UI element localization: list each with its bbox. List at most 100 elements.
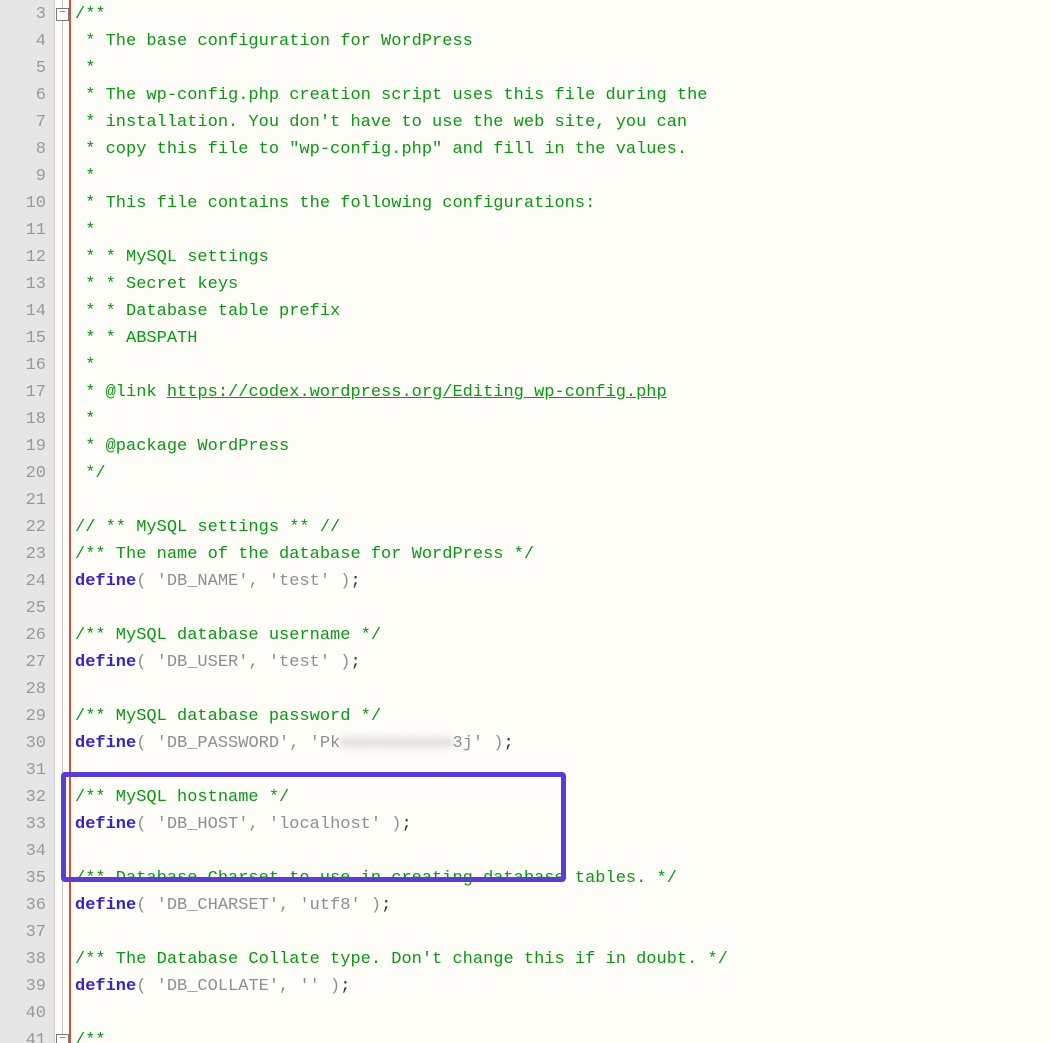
line-number: 25 (0, 595, 54, 622)
code-token: /** (75, 5, 106, 24)
code-line[interactable] (69, 595, 1051, 622)
code-line[interactable]: /** The Database Collate type. Don't cha… (69, 946, 1051, 973)
code-token: ( (136, 815, 156, 834)
code-token: // ** MySQL settings ** // (75, 518, 340, 537)
line-number: 30 (0, 730, 54, 757)
code-line[interactable]: define( 'DB_CHARSET', 'utf8' ); (69, 892, 1051, 919)
code-line[interactable] (69, 1000, 1051, 1027)
line-number: 36 (0, 892, 54, 919)
code-line[interactable]: * @link https://codex.wordpress.org/Edit… (69, 379, 1051, 406)
code-token: ( (136, 572, 156, 591)
code-line[interactable]: /** MySQL database username */ (69, 622, 1051, 649)
code-line[interactable]: * * ABSPATH (69, 325, 1051, 352)
code-token: /** MySQL database password */ (75, 707, 381, 726)
line-number: 28 (0, 676, 54, 703)
line-number: 35 (0, 865, 54, 892)
line-number: 22 (0, 514, 54, 541)
code-line[interactable]: /** MySQL database password */ (69, 703, 1051, 730)
code-token: 'Pk (310, 734, 341, 753)
code-line[interactable] (69, 757, 1051, 784)
code-line[interactable]: * (69, 163, 1051, 190)
code-line[interactable] (69, 838, 1051, 865)
fold-toggle-icon[interactable]: − (56, 8, 69, 21)
code-token: , (279, 977, 299, 996)
code-token: 'DB_USER' (157, 653, 249, 672)
code-line[interactable]: * installation. You don't have to use th… (69, 109, 1051, 136)
code-token: * installation. You don't have to use th… (75, 113, 687, 132)
line-number: 8 (0, 136, 54, 163)
code-token: ; (350, 653, 360, 672)
code-line[interactable]: define( 'DB_PASSWORD', 'Pkxxxxxxxxxxx3j'… (69, 730, 1051, 757)
code-line[interactable]: /** MySQL hostname */ (69, 784, 1051, 811)
code-line[interactable]: * (69, 406, 1051, 433)
code-token: 'DB_COLLATE' (157, 977, 279, 996)
code-line[interactable]: /** (69, 1, 1051, 28)
code-line[interactable]: define( 'DB_COLLATE', '' ); (69, 973, 1051, 1000)
code-token: ) (330, 653, 350, 672)
code-token: * @package WordPress (75, 437, 289, 456)
line-number: 5 (0, 55, 54, 82)
code-area[interactable]: /** * The base configuration for WordPre… (69, 0, 1051, 1043)
code-line[interactable]: * * MySQL settings (69, 244, 1051, 271)
code-token: * (75, 410, 95, 429)
line-number: 7 (0, 109, 54, 136)
code-token: ( (136, 734, 156, 753)
code-token: 'DB_PASSWORD' (157, 734, 290, 753)
line-number: 37 (0, 919, 54, 946)
code-token: ( (136, 653, 156, 672)
line-number: 26 (0, 622, 54, 649)
code-line[interactable]: * (69, 217, 1051, 244)
code-line[interactable]: define( 'DB_NAME', 'test' ); (69, 568, 1051, 595)
code-line[interactable]: * (69, 55, 1051, 82)
line-number: 41 (0, 1027, 54, 1043)
code-line[interactable]: * * Secret keys (69, 271, 1051, 298)
code-token: https://codex.wordpress.org/Editing_wp-c… (167, 383, 667, 402)
code-line[interactable] (69, 676, 1051, 703)
code-line[interactable]: * (69, 352, 1051, 379)
code-line[interactable]: * The base configuration for WordPress (69, 28, 1051, 55)
code-line[interactable]: /** (69, 1027, 1051, 1043)
fold-toggle-icon[interactable]: − (56, 1034, 69, 1043)
line-number: 29 (0, 703, 54, 730)
code-token: define (75, 815, 136, 834)
code-token: 'DB_HOST' (157, 815, 249, 834)
code-line[interactable]: * The wp-config.php creation script uses… (69, 82, 1051, 109)
code-line[interactable]: * * Database table prefix (69, 298, 1051, 325)
line-number: 10 (0, 190, 54, 217)
code-token: 'test' (269, 653, 330, 672)
code-editor[interactable]: 3456789101112131415161718192021222324252… (0, 0, 1051, 1043)
code-line[interactable]: * @package WordPress (69, 433, 1051, 460)
code-line[interactable]: */ (69, 460, 1051, 487)
code-token: ) (330, 572, 350, 591)
code-line[interactable]: * copy this file to "wp-config.php" and … (69, 136, 1051, 163)
line-number: 19 (0, 433, 54, 460)
code-line[interactable]: /** Database Charset to use in creating … (69, 865, 1051, 892)
code-line[interactable]: /** The name of the database for WordPre… (69, 541, 1051, 568)
code-token: , (248, 572, 268, 591)
code-token: '' (299, 977, 319, 996)
code-token: ; (381, 896, 391, 915)
line-number: 6 (0, 82, 54, 109)
code-token: , (289, 734, 309, 753)
code-line[interactable]: // ** MySQL settings ** // (69, 514, 1051, 541)
code-line[interactable] (69, 487, 1051, 514)
code-token: * * ABSPATH (75, 329, 197, 348)
code-token: * * Database table prefix (75, 302, 340, 321)
code-token: * (75, 221, 95, 240)
code-token: 'localhost' (269, 815, 381, 834)
code-token: */ (75, 464, 106, 483)
code-token: ) (381, 815, 401, 834)
code-token: ) (320, 977, 340, 996)
code-line[interactable]: * This file contains the following confi… (69, 190, 1051, 217)
code-line[interactable] (69, 919, 1051, 946)
code-token: ; (504, 734, 514, 753)
code-token: /** The Database Collate type. Don't cha… (75, 950, 728, 969)
line-number: 38 (0, 946, 54, 973)
line-number: 15 (0, 325, 54, 352)
code-token: * @link (75, 383, 167, 402)
code-line[interactable]: define( 'DB_USER', 'test' ); (69, 649, 1051, 676)
line-number: 14 (0, 298, 54, 325)
code-token: ( (136, 977, 156, 996)
line-number: 16 (0, 352, 54, 379)
code-line[interactable]: define( 'DB_HOST', 'localhost' ); (69, 811, 1051, 838)
